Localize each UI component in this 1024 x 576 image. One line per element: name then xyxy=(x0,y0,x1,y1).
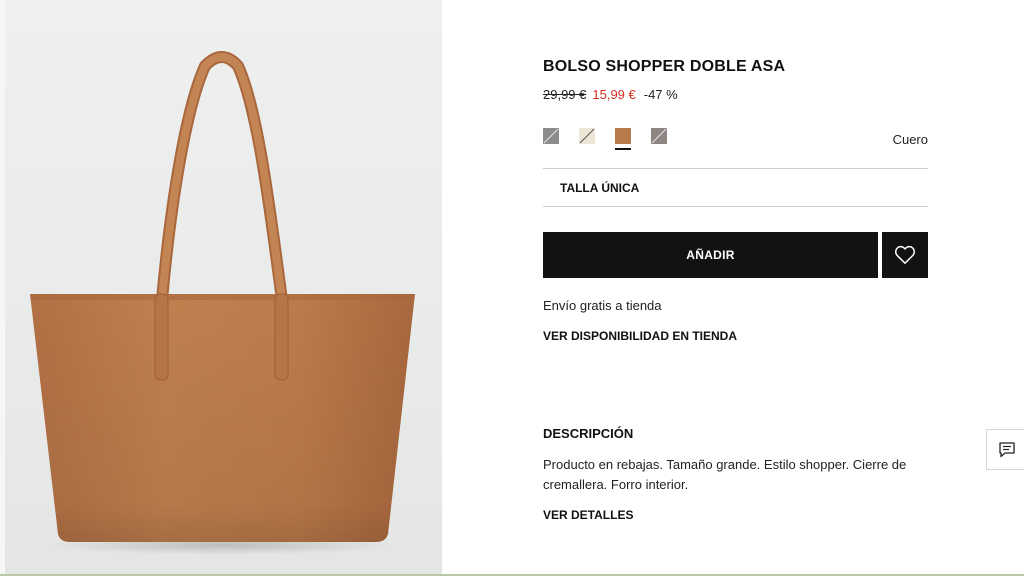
description-text: Producto en rebajas. Tamaño grande. Esti… xyxy=(543,457,907,492)
material-label: Cuero xyxy=(892,132,928,147)
color-swatches xyxy=(543,128,667,150)
add-to-cart-button[interactable]: AÑADIR xyxy=(543,232,878,278)
bag-illustration xyxy=(30,51,415,555)
sale-price: 15,99 € xyxy=(592,87,636,102)
original-price: 29,99 € xyxy=(543,87,587,102)
discount-badge: -47 % xyxy=(643,87,678,102)
product-title: BOLSO SHOPPER DOBLE ASA xyxy=(543,58,786,75)
swatch-grey-icon xyxy=(543,128,559,144)
store-availability-link[interactable]: VER DISPONIBILIDAD EN TIENDA xyxy=(543,329,737,343)
swatch-taupe[interactable] xyxy=(651,128,667,144)
shipping-info: Envío gratis a tienda xyxy=(543,298,662,313)
swatch-grey[interactable] xyxy=(543,128,559,144)
view-details-link[interactable]: VER DETALLES xyxy=(543,508,633,522)
swatch-taupe-icon xyxy=(651,128,667,144)
swatch-cream[interactable] xyxy=(579,128,595,144)
description-heading: DESCRIPCIÓN xyxy=(543,426,634,441)
size-selector[interactable]: TALLA ÚNICA xyxy=(543,168,928,207)
product-image[interactable] xyxy=(0,0,442,574)
size-label: TALLA ÚNICA xyxy=(560,180,640,195)
chat-icon xyxy=(998,441,1015,457)
favorite-button[interactable] xyxy=(882,232,928,278)
price-row: 29,99 € 15,99 € -47 % xyxy=(543,87,678,102)
swatch-leather[interactable] xyxy=(615,128,631,150)
swatch-cream-icon xyxy=(579,128,595,144)
swatch-leather-icon xyxy=(615,128,631,144)
heart-icon xyxy=(894,245,916,264)
chat-button[interactable] xyxy=(986,429,1024,470)
